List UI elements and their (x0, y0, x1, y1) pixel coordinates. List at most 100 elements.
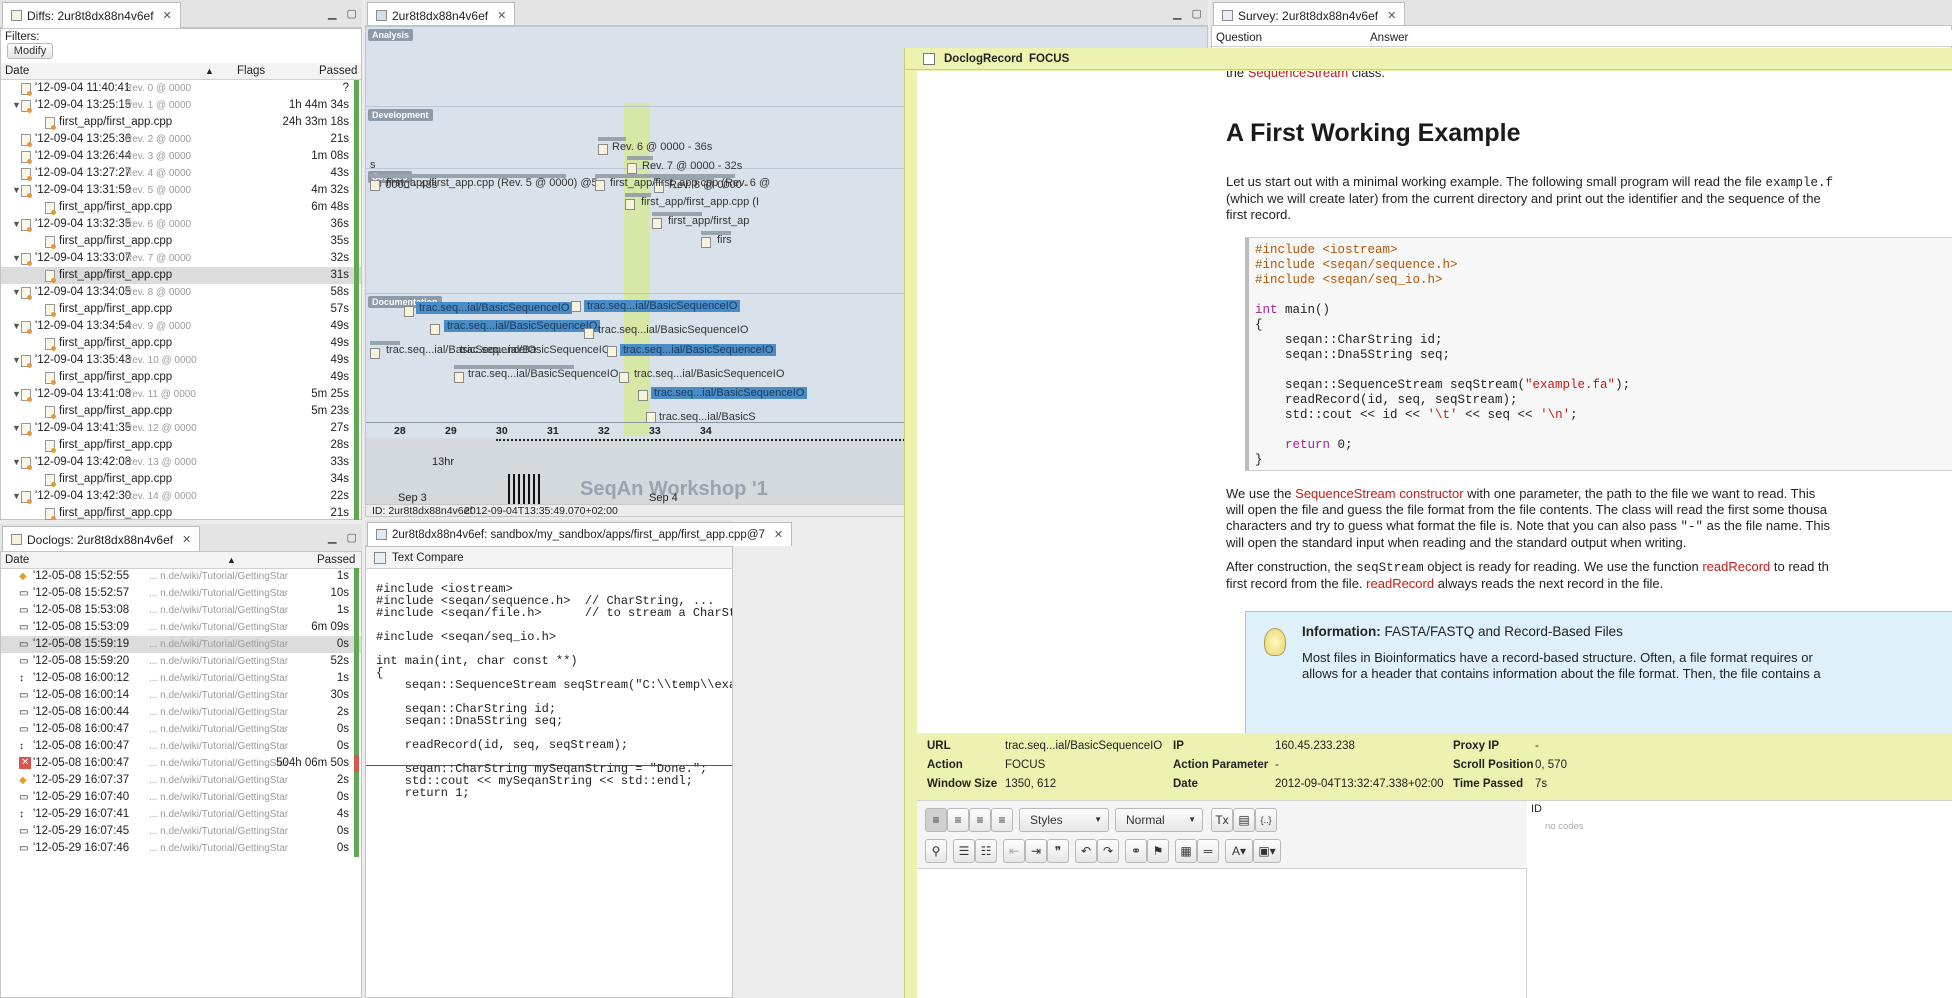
event-label[interactable]: trac.seq...ial/BasicSequenceIO (416, 302, 573, 314)
event-label[interactable]: trac.seq...ial/BasicSequenceIO (620, 344, 777, 356)
link-readrecord[interactable]: readRecord (1366, 576, 1434, 591)
diff-row[interactable]: ▼ '12-09-04 13:35:43 Rev. 10 @ 0000 49s (1, 352, 361, 369)
file-icon[interactable] (652, 218, 662, 229)
editor-tab[interactable]: 2ur8t8dx88n4v6ef: sandbox/my_sandbox/app… (367, 522, 793, 546)
diff-row[interactable]: first_app/first_app.cpp 5m 23s (1, 403, 361, 420)
event-label[interactable]: trac.seq...ial/BasicSequenceIO (584, 300, 741, 312)
event-label[interactable]: trac.seq...ial/BasicSequenceIO (468, 368, 618, 380)
diff-row[interactable]: first_app/first_app.cpp 34s (1, 471, 361, 488)
doclog-row[interactable]: ✕ '12-05-08 16:00:47 ... n.de/wiki/Tutoria… (1, 755, 361, 772)
align-right-icon[interactable]: ≡ (969, 808, 991, 832)
event-label[interactable]: trac.seq...ial/BasicSequenceIO (598, 324, 748, 336)
close-icon[interactable]: ✕ (182, 527, 191, 553)
diff-row[interactable]: ▼ '12-09-04 13:42:30 Rev. 14 @ 0000 22s (1, 488, 361, 505)
document-view[interactable]: the SequenceStream class. A First Workin… (917, 71, 1952, 733)
diff-row[interactable]: first_app/first_app.cpp 6m 48s (1, 199, 361, 216)
event-label[interactable]: firs (717, 234, 732, 246)
doc-icon[interactable] (430, 324, 440, 335)
doclog-row[interactable]: ▭ '12-05-29 16:07:46 ... n.de/wiki/Tutoria… (1, 840, 361, 857)
diff-row[interactable]: ▼ '12-09-04 13:32:35 Rev. 6 @ 0000 36s (1, 216, 361, 233)
doc-icon[interactable] (404, 306, 414, 317)
close-icon[interactable]: ✕ (163, 3, 172, 29)
flag-icon[interactable]: ⚑ (1147, 839, 1169, 863)
window-controls[interactable]: ▁▢ (1173, 7, 1212, 20)
expand-toggle-icon[interactable]: ▼ (12, 352, 21, 369)
table-icon[interactable]: ▦ (1175, 839, 1197, 863)
event-label[interactable]: trac.seq...ial/BasicSequenceIO (444, 320, 601, 332)
code-icon[interactable]: {..} (1255, 808, 1277, 832)
diff-row[interactable]: first_app/first_app.cpp 57s (1, 301, 361, 318)
diff-row[interactable]: first_app/first_app.cpp 28s (1, 437, 361, 454)
doclogs-tab[interactable]: Doclogs: 2ur8t8dx88n4v6ef ✕ (2, 526, 201, 553)
diff-row[interactable]: ▼ '12-09-04 13:25:15 Rev. 1 @ 0000 1h 44m 3… (1, 97, 361, 114)
align-justify-icon[interactable]: ≡ (991, 808, 1013, 832)
diff-row[interactable]: '12-09-04 11:40:41 Rev. 0 @ 0000? (1, 80, 361, 97)
doclog-row[interactable]: ▭ '12-05-08 16:00:14 ... n.de/wiki/Tutoria… (1, 687, 361, 704)
col-date[interactable]: Date (5, 63, 29, 79)
doclog-row[interactable]: ▭ '12-05-08 15:53:08 ... n.de/wiki/Tutoria… (1, 602, 361, 619)
numbered-list-icon[interactable]: ☰ (953, 839, 975, 863)
col-answer[interactable]: Answer (1370, 30, 1408, 46)
doc-icon[interactable] (370, 348, 380, 359)
doc-icon[interactable] (619, 372, 629, 383)
doc-icon[interactable] (638, 390, 648, 401)
event-label[interactable]: first_app/first_app.cpp (Rev. 6 @ (610, 177, 770, 189)
format-dropdown[interactable]: Normal ▼ (1115, 808, 1203, 832)
file-icon[interactable] (625, 199, 635, 210)
link-icon[interactable]: ⚭ (1125, 839, 1147, 863)
doc-icon[interactable] (571, 301, 581, 312)
search-icon[interactable]: ⚲ (925, 839, 947, 863)
event-label[interactable]: Rev. 6 @ 0000 - 36s (612, 141, 712, 153)
align-left-icon[interactable]: ≡ (925, 808, 947, 832)
doclog-row[interactable]: ▭ '12-05-08 15:59:20 ... n.de/wiki/Tutoria… (1, 653, 361, 670)
diff-row[interactable]: first_app/first_app.cpp 35s (1, 233, 361, 250)
background-color-icon[interactable]: ▣▾ (1253, 839, 1281, 863)
event-label[interactable]: s (370, 159, 376, 171)
window-controls[interactable]: ▁▢ (328, 531, 367, 544)
col-passed[interactable]: Passed (317, 552, 355, 568)
doclog-row[interactable]: ▭ '12-05-08 16:00:44 ... n.de/wiki/Tutoria… (1, 704, 361, 721)
clear-format-icon[interactable]: Tx (1211, 808, 1233, 832)
expand-toggle-icon[interactable]: ▼ (12, 182, 21, 199)
diff-row[interactable]: ▼ '12-09-04 13:33:07 Rev. 7 @ 0000 32s (1, 250, 361, 267)
quote-icon[interactable]: ❞ (1047, 839, 1069, 863)
expand-toggle-icon[interactable]: ▼ (12, 216, 21, 233)
doc-icon[interactable] (454, 372, 464, 383)
expand-toggle-icon[interactable]: ▼ (12, 318, 21, 335)
doclog-row[interactable]: ▭ '12-05-29 16:07:45 ... n.de/wiki/Tutoria… (1, 823, 361, 840)
doclog-row[interactable]: ↕ '12-05-08 16:00:12 ... n.de/wiki/Tutoria… (1, 670, 361, 687)
doc-icon[interactable] (607, 346, 617, 357)
revision-icon[interactable] (598, 144, 608, 155)
doclog-row[interactable]: ▭ '12-05-08 15:52:57 ... n.de/wiki/Tutoria… (1, 585, 361, 602)
paste-icon[interactable]: ▤ (1233, 808, 1255, 832)
expand-toggle-icon[interactable]: ▼ (12, 97, 21, 114)
event-label[interactable]: first_app/first_app.cpp (Rev. 5 @ 0000) … (386, 177, 598, 189)
event-label[interactable]: trac.seq...ial/BasicSequenceIO (651, 387, 808, 399)
diff-row[interactable]: '12-09-04 13:25:36 Rev. 2 @ 0000 21s (1, 131, 361, 148)
link-readrecord[interactable]: readRecord (1702, 559, 1770, 574)
diffs-tab[interactable]: Diffs: 2ur8t8dx88n4v6ef ✕ (2, 2, 181, 28)
event-label[interactable]: first_app/first_ap (668, 215, 749, 227)
diff-row[interactable]: first_app/first_app.cpp 24h 33m 18s (1, 114, 361, 131)
text-color-icon[interactable]: A▾ (1225, 839, 1253, 863)
undo-icon[interactable]: ↶ (1075, 839, 1097, 863)
expand-toggle-icon[interactable]: ▼ (12, 284, 21, 301)
diff-row[interactable]: ▼ '12-09-04 13:31:59 Rev. 5 @ 0000 4m 32s (1, 182, 361, 199)
diff-row[interactable]: ▼ '12-09-04 13:42:08 Rev. 13 @ 0000 33s (1, 454, 361, 471)
doclog-row[interactable]: ◆ '12-05-29 16:07:37 ... n.de/wiki/Tutoria… (1, 772, 361, 789)
link-sequencestream[interactable]: SequenceStream (1248, 71, 1348, 80)
diff-row[interactable]: '12-09-04 13:26:44 Rev. 3 @ 0000 1m 08s (1, 148, 361, 165)
diff-row[interactable]: first_app/first_app.cpp 21s (1, 505, 361, 520)
diff-row[interactable]: '12-09-04 13:27:27 Rev. 4 @ 0000 43s (1, 165, 361, 182)
outdent-icon[interactable]: ⇤ (1003, 839, 1025, 863)
indent-icon[interactable]: ⇥ (1025, 839, 1047, 863)
event-label[interactable]: trac.seq...ial/BasicSequenceIO (634, 368, 784, 380)
revision-icon[interactable] (627, 163, 637, 174)
event-label[interactable]: trac.seq...ial/BasicSequenceIO (460, 344, 610, 356)
file-icon[interactable] (701, 237, 711, 248)
horizontal-rule-icon[interactable]: ═ (1197, 839, 1219, 863)
col-question[interactable]: Question (1216, 30, 1262, 46)
expand-toggle-icon[interactable]: ▼ (12, 488, 21, 505)
file-icon[interactable] (370, 180, 380, 191)
modify-button[interactable]: Modify (7, 43, 53, 59)
